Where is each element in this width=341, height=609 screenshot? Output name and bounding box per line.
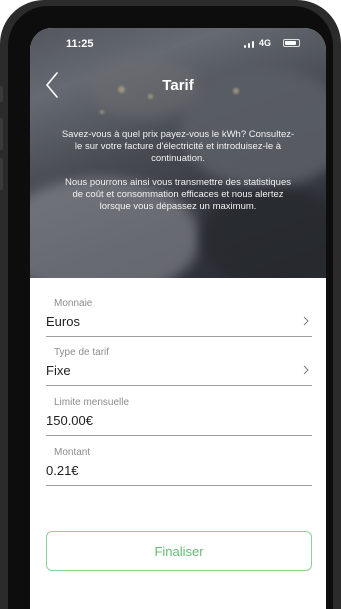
monthly-limit-value: 150.00€ (46, 413, 93, 428)
monthly-limit-input[interactable]: Limite mensuelle 150.00€ (46, 377, 312, 436)
amount-label: Montant (54, 447, 91, 458)
intro-paragraph-1: Savez-vous à quel prix payez-vous le kWh… (61, 129, 295, 164)
currency-select[interactable]: Monnaie Euros (46, 278, 312, 337)
status-time: 11:25 (66, 38, 94, 50)
signal-icon (244, 41, 254, 48)
tariff-type-select[interactable]: Type de tarif Fixe (46, 327, 312, 386)
chevron-right-icon (303, 365, 309, 375)
mute-switch (0, 86, 3, 102)
volume-down-button (0, 158, 3, 190)
battery-icon (283, 39, 300, 47)
monthly-limit-label: Limite mensuelle (54, 397, 130, 408)
amount-value: 0.21€ (46, 463, 79, 478)
tariff-type-label: Type de tarif (54, 347, 110, 358)
amount-input[interactable]: Montant 0.21€ (46, 427, 312, 486)
tariff-type-value: Fixe (46, 363, 71, 378)
chevron-right-icon (303, 316, 309, 326)
app-screen: 11:25 4G Tarif Savez-vous à quel prix pa… (30, 28, 326, 609)
status-bar: 11:25 4G (30, 28, 326, 62)
finalize-button[interactable]: Finaliser (46, 531, 312, 571)
volume-up-button (0, 118, 3, 150)
network-label: 4G (259, 38, 272, 48)
intro-text: Savez-vous à quel prix payez-vous le kWh… (60, 129, 296, 213)
currency-label: Monnaie (54, 298, 93, 309)
intro-paragraph-2: Nous pourrons ainsi vous transmettre des… (65, 177, 291, 212)
page-title: Tarif (162, 77, 194, 94)
field-divider (46, 485, 312, 486)
navigation-bar: Tarif (30, 68, 326, 104)
